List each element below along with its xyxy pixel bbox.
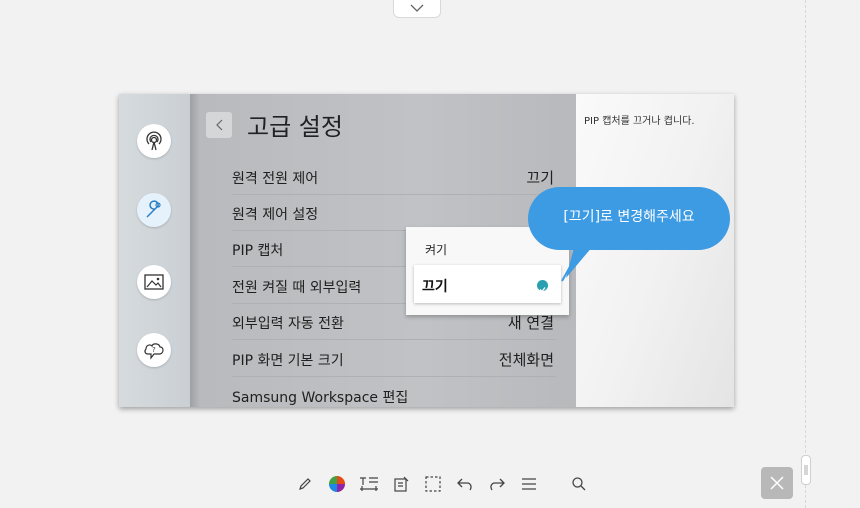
- broadcast-icon[interactable]: [137, 124, 171, 158]
- chevron-left-icon: [216, 119, 223, 131]
- settings-sidebar: ?: [119, 94, 190, 407]
- callout-text: [끄기]로 변경해주세요: [563, 209, 695, 225]
- wrench-icon[interactable]: [137, 193, 171, 227]
- pen-icon[interactable]: [291, 470, 319, 498]
- search-icon[interactable]: [565, 470, 593, 498]
- menu-icon[interactable]: [515, 470, 543, 498]
- option-off[interactable]: 끄기: [414, 265, 561, 303]
- canvas-boundary: [805, 0, 806, 508]
- help-panel: PIP 캡처를 끄거나 켭니다.: [576, 94, 734, 407]
- picture-icon[interactable]: [137, 265, 171, 299]
- setting-row-remote-control[interactable]: 원격 제어 설정: [232, 194, 556, 231]
- note-icon[interactable]: [387, 470, 415, 498]
- callout-bubble: [끄기]로 변경해주세요: [528, 187, 730, 250]
- back-button[interactable]: [206, 112, 232, 138]
- chevron-down-icon: [410, 4, 424, 12]
- undo-icon[interactable]: [451, 470, 479, 498]
- scroll-handle[interactable]: [801, 455, 811, 485]
- support-icon[interactable]: ?: [137, 333, 171, 367]
- svg-text:?: ?: [152, 346, 156, 354]
- close-icon: [770, 476, 784, 490]
- select-icon[interactable]: [419, 470, 447, 498]
- redo-icon[interactable]: [483, 470, 511, 498]
- check-icon: [537, 280, 548, 293]
- help-text: PIP 캡처를 끄거나 켭니다.: [584, 116, 695, 127]
- close-button[interactable]: [761, 467, 793, 499]
- option-on[interactable]: 켜기: [425, 241, 447, 258]
- collapse-handle[interactable]: [393, 0, 441, 18]
- setting-row-remote-power[interactable]: 원격 전원 제어 끄기: [232, 158, 556, 195]
- setting-row-workspace-edit[interactable]: Samsung Workspace 편집: [232, 377, 556, 407]
- setting-row-pip-default-size[interactable]: PIP 화면 기본 크기 전체화면: [232, 340, 556, 377]
- page-title: 고급 설정: [247, 113, 343, 141]
- text-icon[interactable]: [355, 470, 383, 498]
- color-picker-icon[interactable]: [323, 470, 351, 498]
